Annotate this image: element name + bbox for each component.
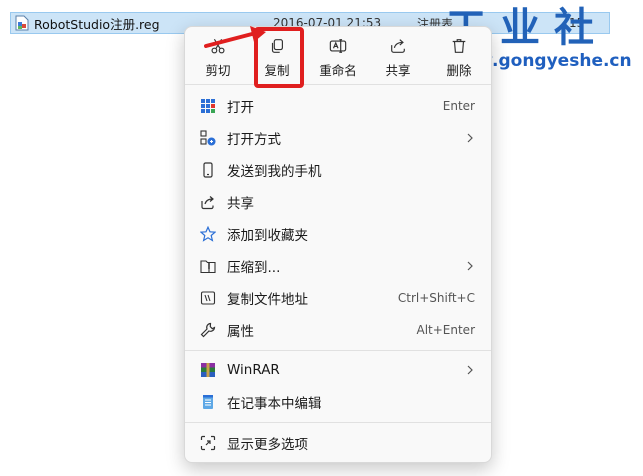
copy-highlight-box — [254, 27, 304, 88]
menu-item-shortcut: Ctrl+Shift+C — [397, 291, 475, 305]
menu-item-winrar[interactable]: WinRAR — [189, 355, 489, 385]
menu-item-edit-notepad[interactable]: 在记事本中编辑 — [189, 387, 489, 417]
registry-file-icon — [15, 15, 29, 31]
menu-item-add-favorites[interactable]: 添加到收藏夹 — [189, 219, 489, 249]
menu-item-label: 发送到我的手机 — [227, 164, 322, 180]
context-menu: 剪切 复制 重命名 共享 删除 打开 Enter 打开方式 发送到我的手机 共享… — [184, 26, 492, 463]
rename-label: 重命名 — [319, 63, 357, 78]
menu-item-label: 打开方式 — [227, 132, 281, 148]
menu-divider — [185, 350, 491, 351]
menu-divider — [185, 84, 491, 85]
chevron-right-icon — [467, 261, 473, 271]
trash-icon — [452, 39, 466, 53]
share-button[interactable]: 共享 — [372, 33, 424, 79]
menu-item-properties[interactable]: 属性 Alt+Enter — [189, 315, 489, 345]
delete-label: 删除 — [446, 63, 472, 78]
star-icon — [200, 226, 216, 242]
menu-item-open[interactable]: 打开 Enter — [189, 91, 489, 121]
copy-path-icon — [200, 290, 216, 306]
menu-item-shortcut: Alt+Enter — [416, 323, 475, 337]
cut-label: 剪切 — [205, 63, 231, 78]
notepad-icon — [200, 394, 216, 410]
share-icon — [200, 194, 216, 210]
share-label: 共享 — [385, 63, 411, 78]
menu-item-label: 在记事本中编辑 — [227, 396, 322, 412]
wrench-icon — [200, 322, 216, 338]
winrar-icon — [200, 362, 216, 378]
more-options-icon — [200, 435, 216, 451]
menu-divider — [185, 422, 491, 423]
menu-item-shortcut: Enter — [442, 99, 475, 113]
menu-item-label: 添加到收藏夹 — [227, 228, 308, 244]
menu-item-label: WinRAR — [227, 362, 280, 378]
menu-item-label: 打开 — [227, 100, 254, 116]
menu-item-label: 共享 — [227, 196, 254, 212]
menu-item-label: 显示更多选项 — [227, 437, 308, 453]
menu-item-share[interactable]: 共享 — [189, 187, 489, 217]
file-name: RobotStudio注册.reg — [34, 16, 160, 32]
open-app-icon — [200, 98, 216, 114]
open-with-icon — [200, 130, 216, 146]
rename-button[interactable]: 重命名 — [312, 33, 364, 79]
zip-folder-icon — [200, 258, 216, 274]
menu-item-copy-path[interactable]: 复制文件地址 Ctrl+Shift+C — [189, 283, 489, 313]
delete-button[interactable]: 删除 — [433, 33, 485, 79]
share-icon — [391, 39, 405, 53]
chevron-right-icon — [467, 365, 473, 375]
menu-item-label: 压缩到... — [227, 260, 281, 276]
menu-item-send-to-phone[interactable]: 发送到我的手机 — [189, 155, 489, 185]
menu-item-compress-to[interactable]: 压缩到... — [189, 251, 489, 281]
phone-icon — [200, 162, 216, 178]
menu-item-label: 属性 — [227, 324, 254, 340]
menu-item-show-more-options[interactable]: 显示更多选项 — [189, 428, 489, 458]
menu-item-open-with[interactable]: 打开方式 — [189, 123, 489, 153]
menu-item-label: 复制文件地址 — [227, 292, 308, 308]
chevron-right-icon — [467, 133, 473, 143]
rename-icon — [329, 39, 347, 53]
